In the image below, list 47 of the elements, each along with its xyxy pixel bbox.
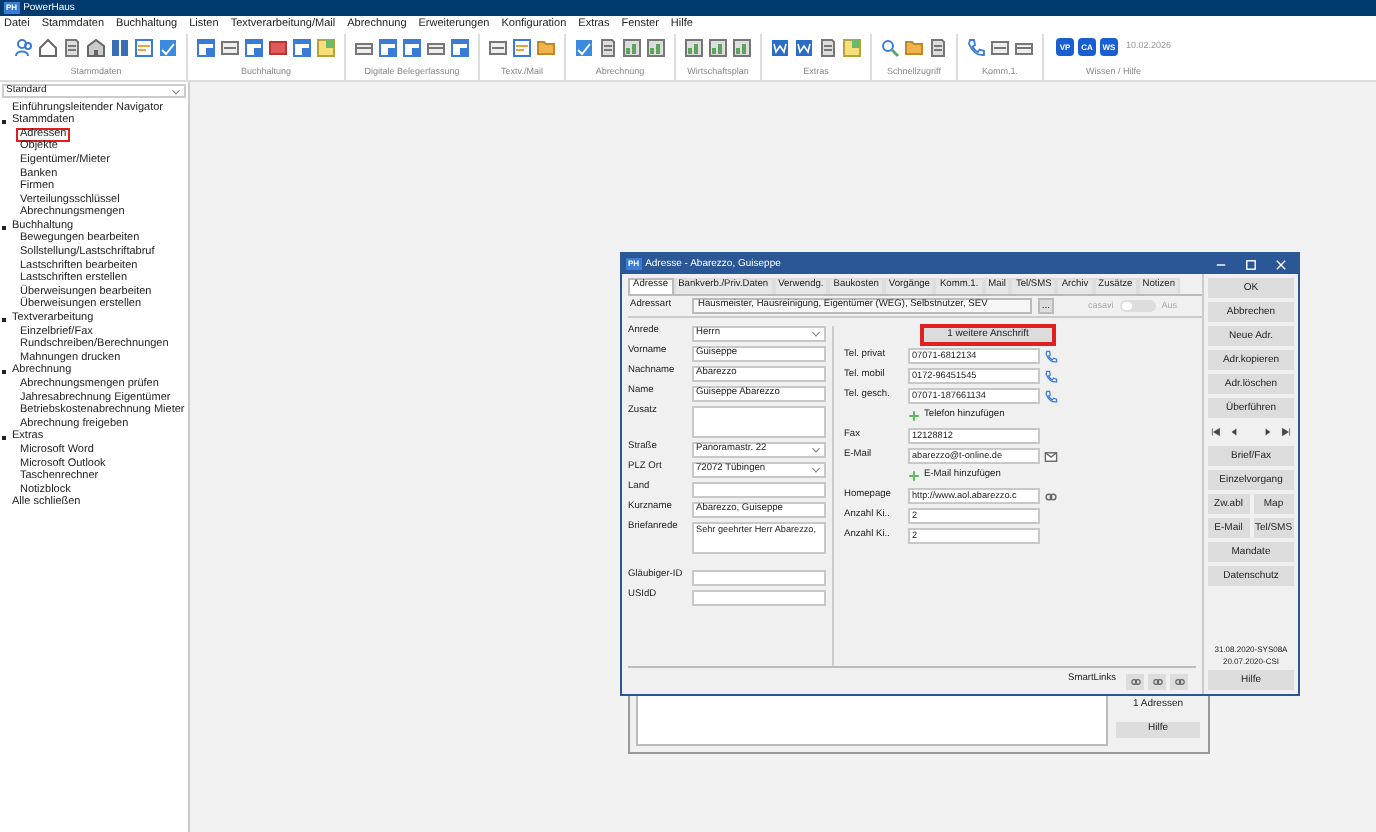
document-icon[interactable] [928,38,948,58]
phone-icon[interactable] [966,38,986,58]
folder-icon[interactable] [536,38,556,58]
text-field[interactable] [692,570,826,586]
chart-icon[interactable] [622,38,642,58]
last-page-icon[interactable] [1280,426,1292,438]
form-icon[interactable] [512,38,532,58]
window-icon[interactable] [196,38,216,58]
plus-icon [908,470,920,482]
window-icon[interactable] [402,38,422,58]
window-icon[interactable] [292,38,312,58]
envelope-icon[interactable] [1044,449,1058,463]
text-field[interactable] [692,590,826,606]
smartlink-button[interactable] [1148,673,1166,689]
document-icon[interactable] [770,38,790,58]
note-icon[interactable] [316,38,336,58]
text-field[interactable] [692,482,826,498]
document-icon[interactable] [794,38,814,58]
casavi-toggle[interactable] [1119,300,1156,312]
caret-icon [810,328,822,340]
previous-icon[interactable] [1228,426,1241,438]
chart-icon[interactable] [732,38,752,58]
note-icon[interactable] [842,38,862,58]
smartlink-button[interactable] [1170,673,1188,689]
chart-icon[interactable] [646,38,666,58]
link-icon[interactable] [1044,489,1058,503]
close-icon[interactable] [1274,257,1288,271]
plus-icon [908,410,920,422]
people-icon[interactable] [14,38,34,58]
window-icon[interactable] [450,38,470,58]
building-icon[interactable] [86,38,106,58]
smartlink-button[interactable] [1126,673,1144,689]
document-icon[interactable] [818,38,838,58]
house-icon[interactable] [38,38,58,58]
form-icon[interactable] [134,38,154,58]
search-icon[interactable] [880,38,900,58]
document-icon[interactable] [62,38,82,58]
caret-icon [170,85,182,97]
folder-icon[interactable] [904,38,924,58]
chart-icon[interactable] [684,38,704,58]
window-icon[interactable] [378,38,398,58]
window-icon[interactable] [244,38,264,58]
chart-icon[interactable] [708,38,728,58]
first-page-icon[interactable] [1210,426,1222,438]
next-icon[interactable] [1261,426,1274,438]
maximize-icon[interactable] [1244,257,1258,271]
document-icon[interactable] [598,38,618,58]
